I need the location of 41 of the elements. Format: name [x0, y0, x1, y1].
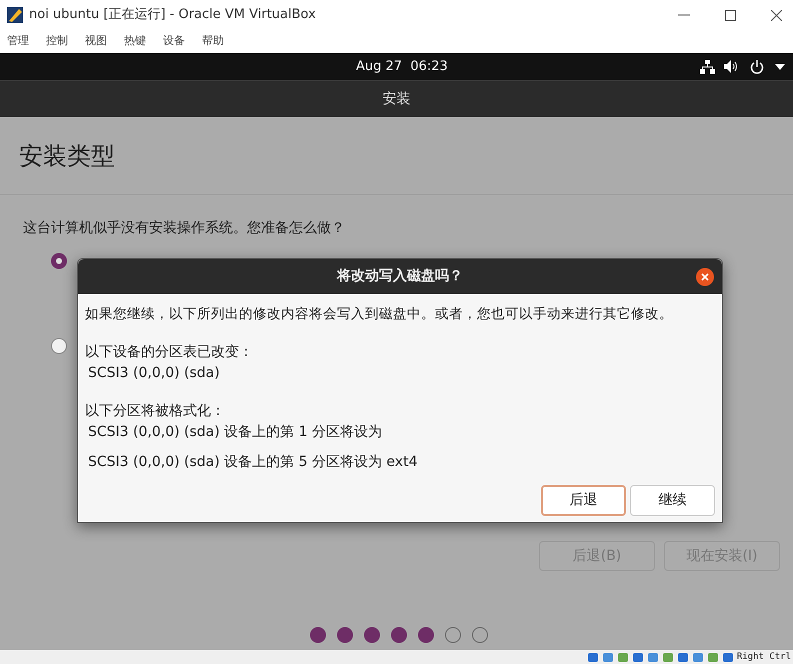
host-key-label: Right Ctrl: [736, 652, 791, 662]
section-heading: 以下设备的分区表已改变：: [85, 343, 254, 362]
volume-icon[interactable]: [724, 60, 739, 73]
clock[interactable]: Aug 27 06:23: [356, 56, 448, 76]
menu-item[interactable]: 管理: [7, 33, 29, 50]
dialog-button[interactable]: 后退: [541, 485, 626, 516]
section-line: SCSI3 (0,0,0) (sda): [88, 364, 221, 384]
section-line: SCSI3 (0,0,0) (sda) 设备上的第 5 分区将设为 ext4: [88, 453, 418, 472]
radio-button[interactable]: [51, 253, 67, 269]
page-heading: 安装类型: [19, 140, 115, 172]
question-text: 这台计算机似乎没有安装操作系统。您准备怎么做？: [23, 219, 346, 238]
device-icon[interactable]: [662, 652, 674, 662]
section-heading: 以下分区将被格式化：: [85, 402, 226, 422]
menu-item[interactable]: 设备: [163, 33, 185, 50]
dialog-intro: 如果您继续，以下所列出的修改内容将会写入到磁盘中。或者，您也可以手动来进行其它修改。: [85, 305, 674, 324]
window-title: noi ubuntu [正在运行] - Oracle VM VirtualBox: [29, 6, 316, 24]
device-icon[interactable]: [646, 652, 659, 662]
device-icon[interactable]: [706, 652, 719, 662]
power-icon[interactable]: [750, 60, 764, 74]
section-line: SCSI3 (0,0,0) (sda) 设备上的第 1 分区将设为: [88, 423, 383, 442]
header-title: 安装: [382, 90, 410, 108]
device-icon[interactable]: [586, 652, 599, 662]
maximize-icon[interactable]: [725, 10, 736, 20]
menu-item[interactable]: 热键: [124, 33, 146, 50]
menu-item[interactable]: 帮助: [202, 33, 224, 50]
device-icon[interactable]: [632, 652, 644, 662]
device-icon[interactable]: [692, 652, 704, 662]
menu-item[interactable]: 控制: [46, 33, 68, 50]
network-icon[interactable]: [700, 60, 715, 74]
menu-item[interactable]: 视图: [85, 33, 107, 50]
close-icon[interactable]: [696, 268, 714, 286]
app-logo-icon: [7, 7, 23, 23]
dialog-button[interactable]: 继续: [630, 485, 715, 516]
close-icon[interactable]: [771, 10, 782, 20]
device-icon[interactable]: [616, 652, 629, 662]
device-icon[interactable]: [676, 652, 689, 662]
device-icon[interactable]: [602, 652, 614, 662]
radio-button[interactable]: [51, 338, 67, 354]
dialog-title: 将改动写入磁盘吗？: [337, 267, 463, 286]
device-icon[interactable]: [722, 652, 734, 662]
dropdown-icon[interactable]: [775, 64, 785, 70]
